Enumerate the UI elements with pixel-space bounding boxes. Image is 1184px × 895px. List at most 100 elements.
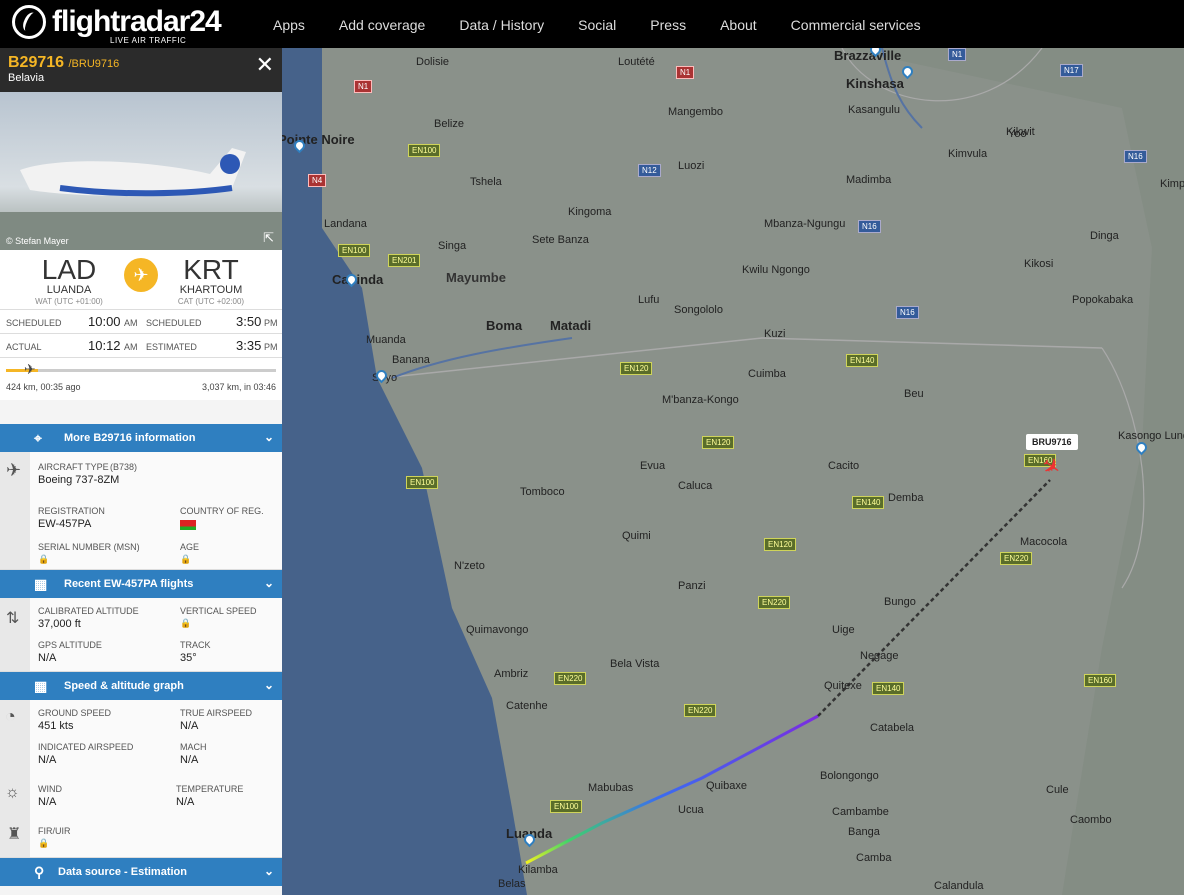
nav-social[interactable]: Social [561, 0, 633, 48]
chevron-down-icon: ⌄ [263, 678, 274, 692]
label: REGISTRATION [38, 506, 105, 516]
arr-scheduled: 3:50 [236, 314, 262, 329]
calibrated-altitude: 37,000 ft [38, 618, 81, 630]
nav-apps[interactable]: Apps [256, 0, 322, 48]
temperature: N/A [176, 796, 195, 808]
map-place: Madimba [846, 174, 892, 186]
road-shield: N16 [858, 220, 881, 233]
road-shield: N16 [1124, 150, 1147, 163]
dep-scheduled: 10:00 [88, 314, 121, 329]
aircraft-type: Boeing 737-8ZM [38, 474, 120, 486]
ampm: AM [124, 318, 138, 328]
origin-timezone: WAT (UTC +01:00) [35, 297, 103, 306]
lock-icon: 🔒 [38, 838, 50, 848]
map-place: Songololo [674, 304, 723, 316]
label: SERIAL NUMBER (MSN) [38, 542, 140, 552]
origin-city: LUANDA [46, 284, 92, 296]
external-link-icon[interactable]: ⇱ [263, 230, 274, 246]
map-place: Bela Vista [610, 658, 660, 670]
map-place: Cambambe [832, 806, 889, 818]
progress-bar [6, 369, 276, 372]
elapsed-distance: 424 km, 00:35 ago [6, 382, 81, 392]
aircraft-photo[interactable]: © Stefan Mayer ⇱ [0, 92, 282, 250]
map-place: Boma [486, 318, 523, 333]
section-more-info[interactable]: ⌖ More B29716 information ⌄ [0, 424, 282, 452]
section-title: Recent EW-457PA flights [64, 578, 194, 590]
map-place: Kwilu Ngongo [742, 264, 810, 276]
map-place: Cuimba [748, 368, 786, 380]
flown-track [525, 714, 819, 865]
section-title: More B29716 information [64, 432, 196, 444]
map-place: Bungo [884, 596, 916, 608]
true-airspeed: N/A [180, 720, 199, 732]
road-shield: EN220 [1000, 552, 1033, 565]
chevron-down-icon: ⌄ [263, 864, 274, 878]
route-summary: LAD LUANDA WAT (UTC +01:00) ✈ KRT KHARTO… [0, 250, 282, 310]
nav-data-history[interactable]: Data / History [442, 0, 561, 48]
close-icon[interactable]: ✕ [256, 52, 274, 78]
altitude-details: ⇅ CALIBRATED ALTITUDE 37,000 ft VERTICAL… [0, 598, 282, 672]
nav-press[interactable]: Press [633, 0, 703, 48]
calendar-icon: ▦ [34, 576, 48, 592]
flight-map[interactable]: Brazzaville Kinshasa Pointe Noire Dolisi… [282, 48, 1184, 895]
road-shield: N17 [1060, 64, 1083, 77]
nav-add-coverage[interactable]: Add coverage [322, 0, 442, 48]
lock-icon: 🔒 [38, 554, 50, 564]
label: SCHEDULED [146, 318, 202, 328]
aircraft-label[interactable]: BRU9716 [1026, 434, 1078, 450]
remaining-distance: 3,037 km, in 03:46 [201, 382, 276, 392]
airplane-icon: ✈ [6, 460, 22, 480]
map-place: Kimpangu [1160, 178, 1184, 190]
section-recent-flights[interactable]: ▦ Recent EW-457PA flights ⌄ [0, 570, 282, 598]
map-place: Dolisie [416, 56, 450, 68]
destination-city: KHARTOUM [179, 284, 243, 296]
altitude-icon: ⇅ [6, 610, 20, 627]
map-place: Dinga [1090, 230, 1119, 242]
section-data-source[interactable]: ⚲ Data source - Estimation ⌄ [0, 858, 282, 886]
logo-wordmark: flightradar24 [52, 5, 222, 38]
map-place: Landana [324, 218, 367, 230]
label: INDICATED AIRSPEED [38, 742, 134, 752]
map-place: Kuzi [764, 328, 786, 340]
map-place: Kasangulu [848, 104, 900, 116]
map-place: Mangembo [668, 106, 724, 118]
destination-code[interactable]: KRT [146, 254, 276, 286]
map-place: Popokabaka [1072, 294, 1134, 306]
map-place: Ambriz [494, 668, 529, 680]
type-code: (B738) [110, 462, 138, 472]
map-place: Camba [856, 852, 892, 864]
road-shield: N16 [896, 306, 919, 319]
label: TRACK [180, 640, 211, 650]
origin-code[interactable]: LAD [4, 254, 134, 286]
map-place: Caombo [1070, 814, 1112, 826]
road-shield: EN140 [872, 682, 905, 695]
label: TEMPERATURE [176, 784, 244, 794]
airline-name: Belavia [8, 72, 45, 84]
main-nav: Apps Add coverage Data / History Social … [256, 0, 938, 48]
section-speed-graph[interactable]: ▦ Speed & altitude graph ⌄ [0, 672, 282, 700]
map-place: Bolongongo [820, 770, 879, 782]
nav-about[interactable]: About [703, 0, 774, 48]
map-place: Mabubas [588, 782, 634, 794]
map-place: Evua [640, 460, 666, 472]
callsign: /BRU9716 [68, 58, 120, 70]
map-place: Kilamba [518, 864, 558, 876]
nav-commercial[interactable]: Commercial services [774, 0, 938, 48]
label: GROUND SPEED [38, 708, 112, 718]
radar-logo-icon [12, 5, 46, 39]
map-place: Negage [860, 650, 899, 662]
map-place: Ucua [678, 804, 704, 816]
tower-icon: ♜ [7, 826, 22, 843]
road-shield: EN140 [852, 496, 885, 509]
label: TRUE AIRSPEED [180, 708, 253, 718]
label: WIND [38, 784, 62, 794]
flight-progress: ✈ 424 km, 00:35 ago 3,037 km, in 03:46 [0, 358, 282, 400]
flight-number: B29716 [8, 54, 65, 71]
map-place: Quimavongo [466, 624, 529, 636]
wind: N/A [38, 796, 57, 808]
ampm: AM [124, 342, 138, 352]
map-place: Banga [848, 826, 880, 838]
map-place: Matadi [550, 318, 592, 333]
photo-credit: © Stefan Mayer [6, 236, 69, 246]
map-place: Cacito [828, 460, 860, 472]
